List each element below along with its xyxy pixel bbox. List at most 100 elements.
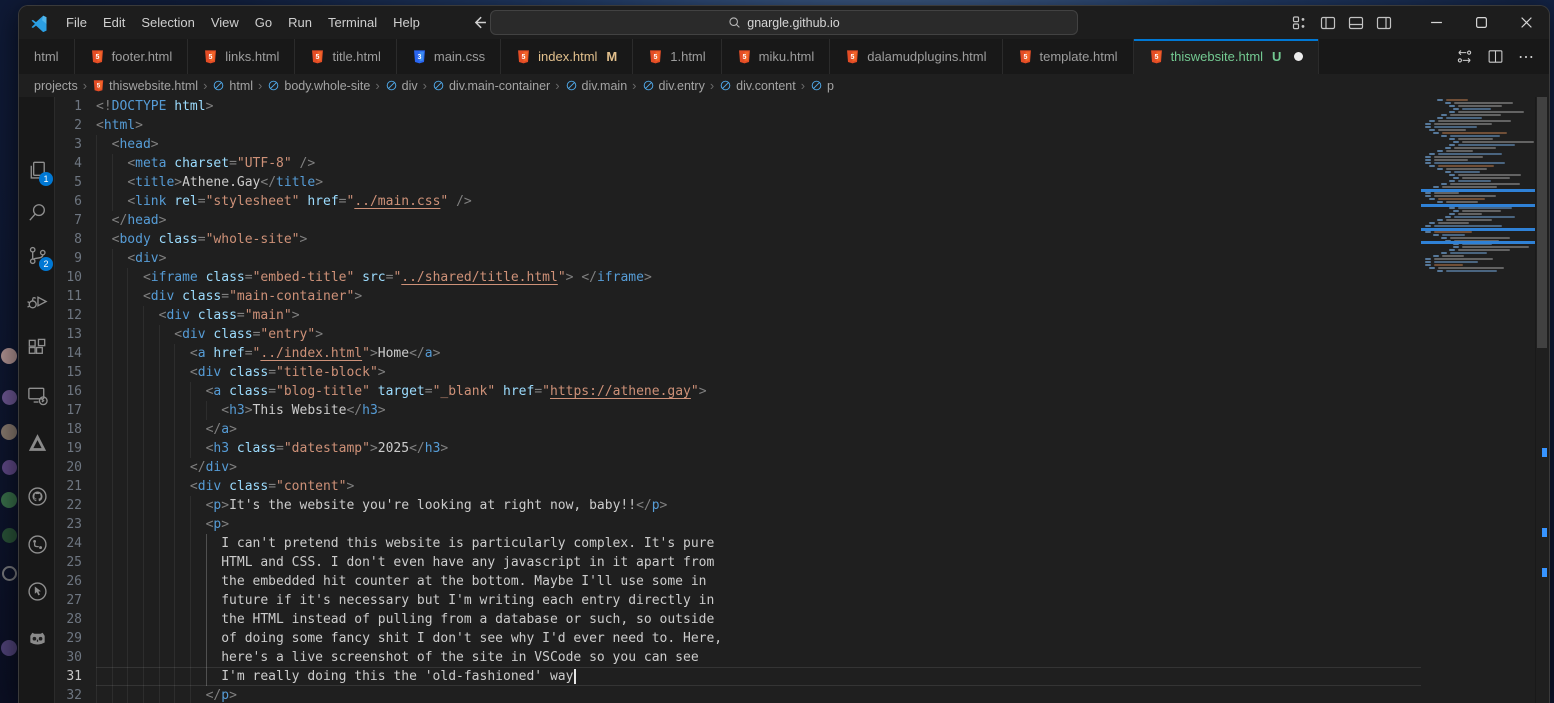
- breadcrumb-file[interactable]: 5thiswebsite.html: [92, 79, 198, 93]
- code-line[interactable]: 22 <p>It's the website you're looking at…: [55, 496, 1421, 515]
- activitybar-search[interactable]: [19, 194, 55, 230]
- code-line[interactable]: 4 <meta charset="UTF-8" />: [55, 154, 1421, 173]
- code-line[interactable]: 10 <iframe class="embed-title" src="../s…: [55, 268, 1421, 287]
- code-line[interactable]: 2<html>: [55, 116, 1421, 135]
- code-line[interactable]: 9 <div>: [55, 249, 1421, 268]
- menu-help[interactable]: Help: [385, 12, 428, 33]
- breadcrumb-p[interactable]: p: [810, 79, 834, 93]
- code-line[interactable]: 19 <h3 class="datestamp">2025</h3>: [55, 439, 1421, 458]
- menu-selection[interactable]: Selection: [133, 12, 202, 33]
- tab-miku.html[interactable]: 5miku.html: [722, 39, 831, 74]
- line-content: of doing some fancy shit I don't see why…: [96, 629, 1421, 648]
- menu-file[interactable]: File: [58, 12, 95, 33]
- tab-links.html[interactable]: 5links.html: [188, 39, 295, 74]
- editor-area[interactable]: 1<!DOCTYPE html>2<html>3 <head>4 <meta c…: [55, 97, 1549, 703]
- more-actions-icon[interactable]: ⋯: [1518, 47, 1535, 67]
- code-line[interactable]: 13 <div class="entry">: [55, 325, 1421, 344]
- minimap[interactable]: [1421, 97, 1535, 703]
- breadcrumb-div[interactable]: div: [385, 79, 418, 93]
- tab-index.html[interactable]: 5index.htmlM: [501, 39, 633, 74]
- menu-view[interactable]: View: [203, 12, 247, 33]
- activitybar-github[interactable]: [19, 478, 55, 514]
- code-line[interactable]: 7 </head>: [55, 211, 1421, 230]
- code-line[interactable]: 21 <div class="content">: [55, 477, 1421, 496]
- activitybar-run-debug[interactable]: [19, 283, 55, 319]
- vertical-scrollbar[interactable]: [1535, 97, 1549, 703]
- breadcrumb-div.entry[interactable]: div.entry: [642, 79, 705, 93]
- activitybar-explorer[interactable]: 1: [19, 152, 55, 188]
- toggle-sidebar-icon[interactable]: [1320, 15, 1336, 31]
- split-editor-icon[interactable]: [1487, 48, 1504, 65]
- code-line[interactable]: 27 future if it's necessary but I'm writ…: [55, 591, 1421, 610]
- maximize-button[interactable]: [1459, 6, 1504, 39]
- activitybar-source-control[interactable]: 2: [19, 237, 55, 273]
- activitybar-git-pointer[interactable]: [19, 573, 55, 609]
- tab-dalamudplugins.html[interactable]: 5dalamudplugins.html: [830, 39, 1002, 74]
- customize-layout-icon[interactable]: [1292, 15, 1308, 31]
- line-content: the HTML instead of pulling from a datab…: [96, 610, 1421, 629]
- activitybar-remote-explorer[interactable]: [19, 377, 55, 413]
- code-line[interactable]: 8 <body class="whole-site">: [55, 230, 1421, 249]
- close-button[interactable]: [1504, 6, 1549, 39]
- back-arrow-icon[interactable]: [470, 14, 487, 31]
- code-line[interactable]: 24 I can't pretend this website is parti…: [55, 534, 1421, 553]
- breadcrumb-root[interactable]: projects: [34, 79, 78, 93]
- code-line[interactable]: 20 </div>: [55, 458, 1421, 477]
- code-line[interactable]: 25 HTML and CSS. I don't even have any j…: [55, 553, 1421, 572]
- svg-text:5: 5: [654, 54, 658, 61]
- indent-guide: [143, 591, 144, 610]
- minimize-button[interactable]: [1414, 6, 1459, 39]
- code-line[interactable]: 5 <title>Athene.Gay</title>: [55, 173, 1421, 192]
- breadcrumb-div.content[interactable]: div.content: [719, 79, 796, 93]
- code-editor[interactable]: 1<!DOCTYPE html>2<html>3 <head>4 <meta c…: [55, 97, 1421, 703]
- activitybar-git-graph[interactable]: [19, 526, 55, 562]
- activitybar-a-logo[interactable]: [19, 424, 55, 460]
- tab-html[interactable]: html: [19, 39, 75, 74]
- activitybar-extensions[interactable]: [19, 330, 55, 366]
- html-file-icon: 5: [737, 49, 752, 64]
- tab-1.html[interactable]: 51.html: [633, 39, 721, 74]
- code-line[interactable]: 3 <head>: [55, 135, 1421, 154]
- indent-guide: [96, 287, 97, 306]
- tab-template.html[interactable]: 5template.html: [1003, 39, 1134, 74]
- code-line[interactable]: 28 the HTML instead of pulling from a da…: [55, 610, 1421, 629]
- unsaved-dot-icon[interactable]: [1294, 52, 1303, 61]
- command-center-search[interactable]: gnargle.github.io: [490, 10, 1078, 35]
- menu-terminal[interactable]: Terminal: [320, 12, 385, 33]
- toggle-panel-icon[interactable]: [1348, 15, 1364, 31]
- breadcrumb-div.main-container[interactable]: div.main-container: [432, 79, 550, 93]
- code-line[interactable]: 31 I'm really doing this the 'old-fashio…: [55, 667, 1421, 686]
- activitybar-godot[interactable]: [19, 620, 55, 656]
- code-line[interactable]: 26 the embedded hit counter at the botto…: [55, 572, 1421, 591]
- indent-guide: [127, 477, 128, 496]
- breadcrumb-html[interactable]: html: [212, 79, 253, 93]
- tab-thiswebsite.html[interactable]: 5thiswebsite.htmlU: [1134, 39, 1320, 74]
- menu-edit[interactable]: Edit: [95, 12, 133, 33]
- code-line[interactable]: 15 <div class="title-block">: [55, 363, 1421, 382]
- code-line[interactable]: 17 <h3>This Website</h3>: [55, 401, 1421, 420]
- menu-run[interactable]: Run: [280, 12, 320, 33]
- code-line[interactable]: 18 </a>: [55, 420, 1421, 439]
- code-line[interactable]: 6 <link rel="stylesheet" href="../main.c…: [55, 192, 1421, 211]
- code-line[interactable]: 1<!DOCTYPE html>: [55, 97, 1421, 116]
- code-line[interactable]: 12 <div class="main">: [55, 306, 1421, 325]
- line-content: <head>: [96, 135, 1421, 154]
- breadcrumb-div.main[interactable]: div.main: [565, 79, 628, 93]
- tab-footer.html[interactable]: 5footer.html: [75, 39, 189, 74]
- html-file-icon: 5: [90, 49, 105, 64]
- code-line[interactable]: 29 of doing some fancy shit I don't see …: [55, 629, 1421, 648]
- tab-title.html[interactable]: 5title.html: [295, 39, 396, 74]
- crumb-label: body.whole-site: [284, 79, 370, 93]
- code-line[interactable]: 23 <p>: [55, 515, 1421, 534]
- breadcrumb-body.whole-site[interactable]: body.whole-site: [267, 79, 370, 93]
- toggle-secondary-sidebar-icon[interactable]: [1376, 15, 1392, 31]
- scrollbar-slider[interactable]: [1537, 97, 1547, 348]
- code-line[interactable]: 30 here's a live screenshot of the site …: [55, 648, 1421, 667]
- tab-main.css[interactable]: 3main.css: [397, 39, 501, 74]
- code-line[interactable]: 16 <a class="blog-title" target="_blank"…: [55, 382, 1421, 401]
- menu-go[interactable]: Go: [247, 12, 280, 33]
- open-changes-icon[interactable]: [1456, 48, 1473, 65]
- code-line[interactable]: 32 </p>: [55, 686, 1421, 703]
- code-line[interactable]: 14 <a href="../index.html">Home</a>: [55, 344, 1421, 363]
- code-line[interactable]: 11 <div class="main-container">: [55, 287, 1421, 306]
